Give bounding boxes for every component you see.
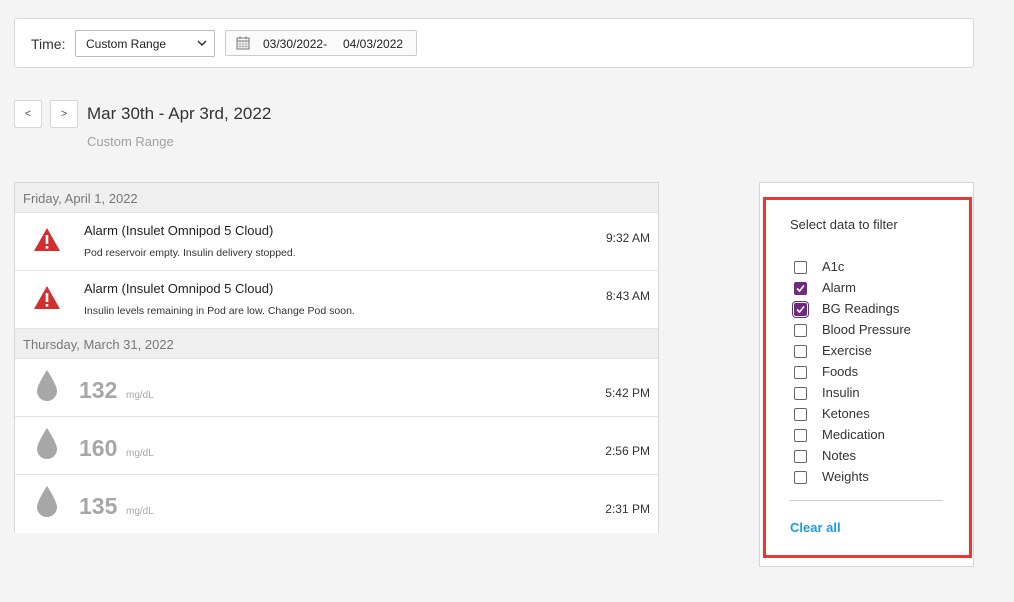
checkbox[interactable]	[794, 471, 807, 484]
date-from-value: 03/30/2022	[263, 37, 324, 51]
filter-option-label: Alarm	[822, 280, 856, 295]
blood-drop-icon	[37, 486, 57, 517]
calendar-icon	[236, 36, 250, 50]
checkbox[interactable]	[794, 345, 807, 358]
alarm-title: Alarm (Insulet Omnipod 5 Cloud)	[84, 223, 274, 238]
time-range-select[interactable]: Custom Range	[75, 30, 215, 57]
warning-icon	[34, 286, 60, 309]
bg-reading-entry[interactable]: 135 mg/dL 2:31 PM	[15, 475, 658, 533]
blood-drop-icon	[37, 428, 57, 459]
filter-option-label: Notes	[822, 448, 856, 463]
checkbox[interactable]	[792, 301, 809, 318]
warning-icon	[34, 228, 60, 251]
blood-drop-icon	[37, 370, 57, 401]
bg-value: 160	[79, 435, 118, 461]
next-range-button[interactable]: >	[50, 100, 78, 128]
filter-option-label: Medication	[822, 427, 885, 442]
filter-option-label: Ketones	[822, 406, 870, 421]
bg-unit: mg/dL	[126, 506, 154, 517]
filter-option-label: Insulin	[822, 385, 860, 400]
prev-range-button[interactable]: <	[14, 100, 42, 128]
entry-time: 2:31 PM	[605, 502, 650, 516]
date-to-value: 04/03/2022	[343, 37, 404, 51]
entry-time: 2:56 PM	[605, 444, 650, 458]
date-range-picker[interactable]: 03/30/2022- 04/03/2022	[225, 30, 417, 56]
filter-option-label: Weights	[822, 469, 869, 484]
entry-time: 9:32 AM	[605, 231, 650, 245]
filter-heading: Select data to filter	[790, 217, 898, 232]
time-label: Time:	[31, 36, 66, 52]
alarm-description: Insulin levels remaining in Pod are low.…	[84, 305, 355, 317]
bg-unit: mg/dL	[126, 448, 154, 459]
range-title: Mar 30th - Apr 3rd, 2022	[87, 104, 272, 123]
entry-time: 5:42 PM	[605, 386, 650, 400]
alarm-description: Pod reservoir empty. Insulin delivery st…	[84, 247, 296, 259]
logbook-list: Friday, April 1, 2022 Alarm (Insulet Omn…	[14, 182, 659, 533]
filter-option-label: Exercise	[822, 343, 872, 358]
range-subtitle: Custom Range	[87, 134, 174, 149]
alarm-entry[interactable]: Alarm (Insulet Omnipod 5 Cloud) Pod rese…	[15, 213, 658, 271]
clear-all-link[interactable]: Clear all	[790, 520, 841, 535]
date-from: 03/30/2022-	[263, 37, 327, 51]
filter-option-label: Blood Pressure	[822, 322, 911, 337]
checkbox[interactable]	[794, 324, 807, 337]
time-filter-bar: Time: Custom Range 03/30/2022- 04/03/202…	[14, 18, 974, 68]
bg-value: 135	[79, 493, 118, 519]
filter-panel: Select data to filter A1c Alarm BG Readi…	[763, 197, 972, 558]
filter-option-label: BG Readings	[822, 301, 900, 316]
checkmark-icon	[796, 284, 805, 293]
checkbox[interactable]	[794, 261, 807, 274]
divider	[790, 500, 943, 501]
checkmark-icon	[796, 305, 805, 314]
checkbox[interactable]	[794, 408, 807, 421]
bg-reading-entry[interactable]: 132 mg/dL 5:42 PM	[15, 359, 658, 417]
bg-unit: mg/dL	[126, 390, 154, 401]
filter-option-label: A1c	[822, 259, 845, 274]
time-range-select-value: Custom Range	[86, 37, 167, 51]
checkbox[interactable]	[794, 429, 807, 442]
checkbox[interactable]	[794, 282, 807, 295]
checkbox[interactable]	[794, 387, 807, 400]
alarm-entry[interactable]: Alarm (Insulet Omnipod 5 Cloud) Insulin …	[15, 271, 658, 329]
bg-reading-entry[interactable]: 160 mg/dL 2:56 PM	[15, 417, 658, 475]
bg-value: 132	[79, 377, 118, 403]
day-header: Friday, April 1, 2022	[15, 183, 658, 213]
chevron-down-icon	[197, 40, 207, 47]
checkbox[interactable]	[794, 366, 807, 379]
entry-time: 8:43 AM	[605, 289, 650, 303]
checkbox[interactable]	[794, 450, 807, 463]
alarm-title: Alarm (Insulet Omnipod 5 Cloud)	[84, 281, 274, 296]
date-separator: -	[323, 37, 328, 51]
day-header: Thursday, March 31, 2022	[15, 329, 658, 359]
filter-option-label: Foods	[822, 364, 859, 379]
